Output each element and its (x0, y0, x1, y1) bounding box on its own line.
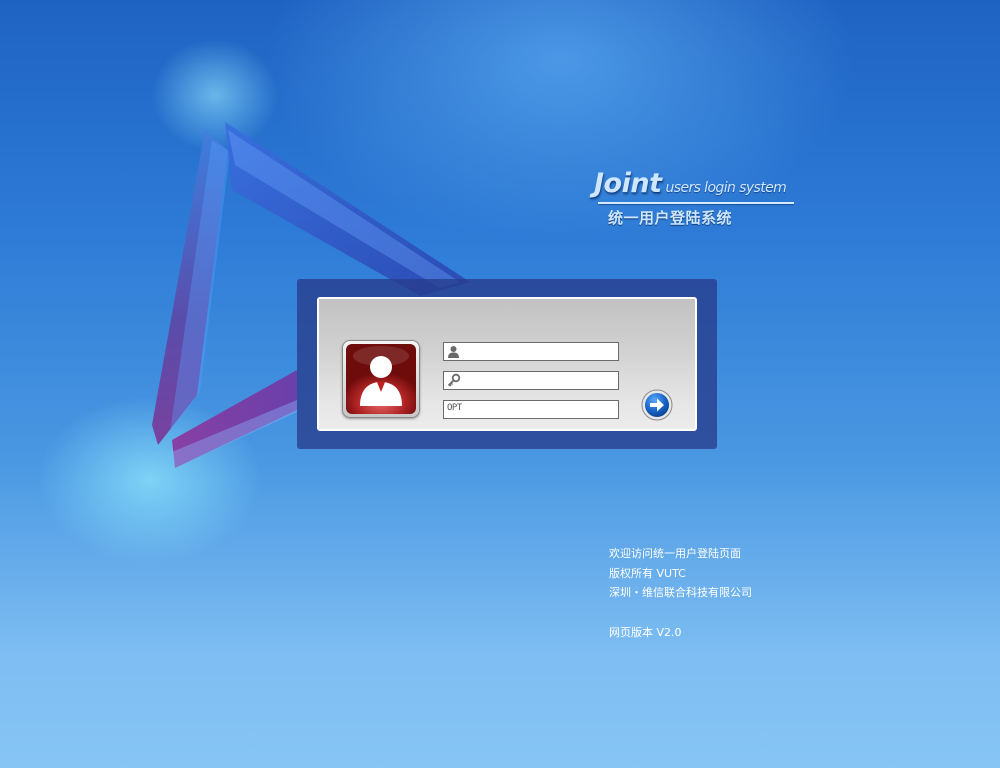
brand-underline (598, 202, 794, 204)
brand-title: Joint (594, 168, 662, 199)
login-form: OPT (317, 297, 697, 431)
otp-label: OPT (447, 403, 462, 413)
company-text: 深圳・维信联合科技有限公司 (609, 586, 752, 599)
arrow-right-icon (641, 389, 673, 421)
user-icon (446, 344, 461, 359)
brand-logo: Joint users login system 统一用户登陆系统 (594, 168, 804, 230)
copyright-text: 版权所有 VUTC (609, 566, 686, 580)
user-avatar-icon (342, 340, 420, 418)
site-info: 欢迎访问统一用户登陆页面 版权所有 VUTC 深圳・维信联合科技有限公司 网页版… (609, 544, 752, 642)
password-input[interactable] (462, 372, 616, 389)
otp-input[interactable] (468, 401, 616, 418)
password-field (443, 371, 619, 390)
key-icon (446, 373, 461, 388)
login-panel: OPT (297, 279, 717, 449)
otp-field: OPT (443, 400, 619, 419)
brand-chinese-title: 统一用户登陆系统 (608, 209, 733, 227)
username-input[interactable] (462, 343, 616, 360)
version-text: 网页版本 V2.0 (609, 625, 682, 639)
login-submit-button[interactable] (641, 389, 673, 421)
welcome-text: 欢迎访问统一用户登陆页面 (609, 547, 741, 560)
username-field (443, 342, 619, 361)
brand-subtitle: users login system (665, 180, 787, 196)
